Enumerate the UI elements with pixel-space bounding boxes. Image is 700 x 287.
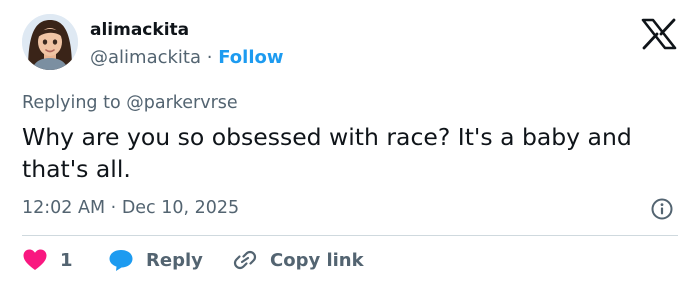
tweet-time: 12:02 AM xyxy=(22,198,106,218)
speech-bubble-icon xyxy=(109,250,133,271)
like-button[interactable]: 1 xyxy=(22,244,73,276)
reply-context-prefix: Replying to xyxy=(22,93,121,113)
divider xyxy=(22,235,678,236)
reply-context: Replying to @parkervrse xyxy=(22,93,238,113)
tweet-timestamp[interactable]: 12:02 AM · Dec 10, 2025 xyxy=(22,198,239,218)
author-handle-line: @alimackita · Follow xyxy=(90,47,284,68)
tweet-text: Why are you so obsessed with race? It's … xyxy=(22,123,632,183)
tweet-card: alimackita @alimackita · Follow Replying… xyxy=(0,0,700,287)
follow-button[interactable]: Follow xyxy=(218,47,283,68)
author-display-name[interactable]: alimackita xyxy=(90,20,189,40)
link-icon xyxy=(233,250,257,270)
info-icon[interactable] xyxy=(650,197,674,221)
action-bar: 1 Reply Copy link xyxy=(22,244,682,276)
reply-button[interactable]: Reply xyxy=(108,244,203,276)
author-handle[interactable]: @alimackita xyxy=(90,47,201,68)
copy-link-button[interactable]: Copy link xyxy=(232,244,364,276)
tweet-date: Dec 10, 2025 xyxy=(121,198,240,218)
avatar[interactable] xyxy=(22,14,78,70)
x-logo-icon[interactable] xyxy=(640,18,678,50)
heart-icon xyxy=(23,249,47,270)
copy-link-label: Copy link xyxy=(270,249,364,271)
handle-separator: · xyxy=(206,47,213,68)
like-count: 1 xyxy=(60,249,73,271)
timestamp-separator: · xyxy=(110,198,117,218)
reply-label: Reply xyxy=(146,249,203,271)
reply-context-handle[interactable]: @parkervrse xyxy=(126,93,237,113)
